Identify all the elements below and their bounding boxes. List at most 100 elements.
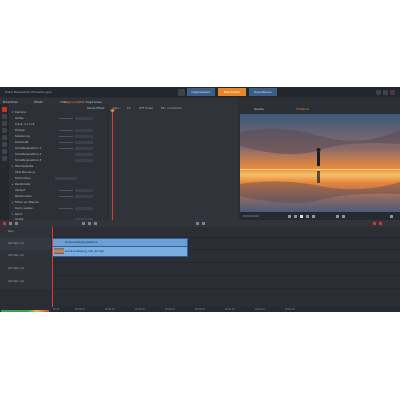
close-icon[interactable] [390, 89, 395, 95]
prop-row[interactable]: Randmodus [11, 194, 107, 199]
prop-row[interactable]: ▸ Farbe vor Blende [11, 200, 107, 205]
rewind-icon[interactable] [288, 215, 291, 218]
settings-icon[interactable] [379, 222, 382, 225]
prop-value-field[interactable] [75, 152, 93, 156]
col-zoom[interactable]: Ein- und Zoom [161, 106, 182, 110]
prop-label: Schattenposition 3 [15, 158, 42, 162]
prop-row[interactable]: ▾ Kamera [11, 110, 107, 115]
home-icon[interactable] [178, 88, 185, 96]
col-fx[interactable]: FX [127, 106, 131, 110]
track-row[interactable] [51, 263, 400, 276]
audio-tool-icon[interactable] [2, 156, 7, 161]
track-header: A/V Spur (2) [0, 250, 51, 263]
prop-slider[interactable] [59, 136, 73, 137]
snap-icon[interactable] [82, 222, 85, 225]
prop-row[interactable]: Darin spielen [11, 206, 107, 211]
tab-keyframes[interactable]: Keyframes [86, 100, 102, 104]
track-row[interactable] [51, 227, 400, 238]
trash-icon[interactable] [15, 222, 18, 225]
prop-slider[interactable] [59, 190, 73, 191]
expand-arrow-icon[interactable]: ▸ [12, 212, 13, 216]
pen-tool-icon[interactable] [2, 128, 7, 133]
prop-slider[interactable] [59, 118, 73, 119]
prop-row[interactable]: Überblendung [11, 170, 107, 175]
prop-row[interactable]: Verlauf [11, 188, 107, 193]
menu-titles[interactable]: Datei Bearbeiten Einstellungen [5, 90, 52, 94]
prop-slider[interactable] [59, 148, 73, 149]
mode-dropdown[interactable] [55, 176, 77, 180]
tab-organize[interactable]: Organisieren [187, 88, 215, 96]
prop-value-field[interactable] [75, 206, 93, 210]
timeline-playhead[interactable] [52, 227, 53, 307]
prop-slider[interactable] [59, 208, 73, 209]
prop-row[interactable]: Schattenposition 2 [11, 152, 107, 157]
color-tool-icon[interactable] [2, 149, 7, 154]
prop-row[interactable]: Größe [11, 116, 107, 121]
keyframe-marker[interactable] [110, 108, 115, 113]
prop-value-field[interactable] [75, 194, 93, 198]
tab-library[interactable]: Bibliothek [3, 100, 18, 104]
razor-icon[interactable] [9, 222, 12, 225]
zoom-out-icon[interactable] [202, 222, 205, 225]
tab-source[interactable]: Quelle [254, 106, 264, 112]
select-tool-icon[interactable] [2, 107, 7, 112]
keyframe-playhead[interactable] [112, 110, 113, 220]
prop-row[interactable]: Farbmodus [11, 176, 107, 181]
text-tool-icon[interactable] [2, 135, 7, 140]
prop-value-field[interactable] [75, 158, 93, 162]
prop-value-field[interactable] [75, 116, 93, 120]
col-properties[interactable]: Eigenschaften [64, 100, 85, 104]
expand-arrow-icon[interactable]: ▸ [12, 182, 13, 186]
timeline-clip[interactable]: sonnenuntergang_meer_4k.mp4 [52, 246, 188, 257]
prop-row[interactable]: ▸ Wechselseite [11, 164, 107, 169]
tab-edit[interactable]: Bearbeiten [218, 88, 246, 96]
prop-value-field[interactable] [75, 140, 93, 144]
tab-effect[interactable]: Effekt [34, 100, 43, 104]
tab-timeline[interactable]: Timeline [296, 106, 309, 112]
prop-slider[interactable] [59, 196, 73, 197]
fullscreen-icon[interactable] [390, 215, 393, 218]
prop-row[interactable]: Skalierung [11, 134, 107, 139]
step-back-icon[interactable] [294, 215, 297, 218]
zoom-in-icon[interactable] [196, 222, 199, 225]
play-icon[interactable] [300, 215, 303, 218]
maximize-icon[interactable] [383, 89, 388, 95]
prop-label: Kamera [15, 110, 26, 114]
expand-arrow-icon[interactable]: ▸ [12, 200, 13, 204]
prop-row[interactable]: Deckkraft [11, 140, 107, 145]
ripple-icon[interactable] [88, 222, 91, 225]
prop-value-field[interactable] [75, 128, 93, 132]
tab-export[interactable]: Exportieren [249, 88, 277, 96]
track-row[interactable] [51, 276, 400, 289]
prop-slider[interactable] [59, 130, 73, 131]
step-forward-icon[interactable] [306, 215, 309, 218]
prop-row[interactable]: ▸ Randbreite [11, 182, 107, 187]
prop-value-field[interactable] [75, 146, 93, 150]
fast-forward-icon[interactable] [312, 215, 315, 218]
prop-row[interactable]: Drehen [11, 128, 107, 133]
crop-tool-icon[interactable] [2, 121, 7, 126]
prop-row[interactable]: Schattenposition 1 [11, 146, 107, 151]
prop-value-field[interactable] [75, 188, 93, 192]
shape-tool-icon[interactable] [2, 142, 7, 147]
prop-label: Schattenposition 1 [15, 146, 42, 150]
timeline-ruler[interactable]: 00:00 00:00:10 00:00:20 00:00:30 00:00:4… [51, 307, 400, 312]
timeline-toolbar [0, 220, 400, 227]
prop-value-field[interactable] [75, 134, 93, 138]
record-icon[interactable] [3, 222, 6, 225]
preview-video[interactable] [240, 114, 400, 212]
move-tool-icon[interactable] [2, 114, 7, 119]
prop-slider[interactable] [59, 142, 73, 143]
col-off-video[interactable]: OFF Video [139, 106, 153, 110]
prop-row[interactable]: Trans. X+Y+Z [11, 122, 107, 127]
mixer-icon[interactable] [373, 222, 376, 225]
col-media-effect[interactable]: Media-Effekt [87, 106, 105, 110]
minimize-icon[interactable] [376, 89, 381, 95]
expand-arrow-icon[interactable]: ▾ [12, 110, 13, 114]
volume-icon[interactable] [342, 215, 345, 218]
prop-row[interactable]: Schattenposition 3 [11, 158, 107, 163]
track-name: A/V Spur (1) [8, 242, 24, 245]
link-icon[interactable] [94, 222, 97, 225]
loop-icon[interactable] [336, 215, 339, 218]
expand-arrow-icon[interactable]: ▸ [12, 164, 13, 168]
